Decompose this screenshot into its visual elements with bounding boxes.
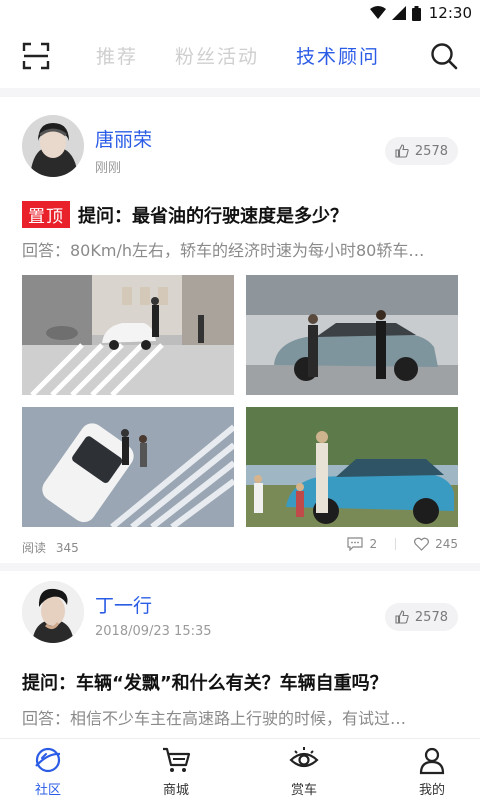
comment-count: 2 (369, 537, 378, 551)
heart-icon[interactable] (414, 537, 430, 551)
nav-community[interactable]: 社区 (8, 743, 88, 799)
thumbs-up-icon (395, 610, 409, 624)
question-text: 提问：车辆“发飘”和什么有关？车辆自重吗？ (22, 673, 388, 694)
post-card[interactable]: 丁一行 2018/09/23 15:35 2578 提问：车辆“发飘”和什么有关… (0, 571, 480, 738)
scan-icon[interactable] (22, 42, 50, 70)
nav-view-cars[interactable]: 赏车 (264, 743, 344, 799)
clock: 12:30 (428, 4, 472, 22)
wifi-icon (369, 6, 386, 19)
avatar[interactable] (22, 115, 84, 177)
battery-icon (411, 5, 421, 21)
section-divider (0, 88, 480, 97)
nav-mall[interactable]: 商城 (136, 743, 216, 799)
section-divider (0, 563, 480, 571)
signal-icon (391, 6, 406, 20)
status-bar: 12:30 (0, 0, 480, 28)
nav-profile[interactable]: 我的 (392, 743, 472, 799)
thumbs-up-icon (395, 144, 409, 158)
nav-label: 商城 (162, 783, 189, 798)
nav-label: 赏车 (290, 783, 317, 798)
top-nav: 推荐 粉丝活动 技术顾问 (0, 28, 480, 84)
post-image[interactable] (22, 407, 234, 527)
favorite-count: 245 (435, 537, 458, 551)
post-image[interactable] (246, 407, 458, 527)
eye-icon (289, 747, 319, 768)
answer-preview[interactable]: 回答：相信不少车主在高速路上行驶的时候，有试过… (22, 705, 462, 729)
read-count: 345 (55, 541, 79, 555)
bottom-nav: 社区 商城 赏车 我的 (0, 738, 480, 801)
tab-tech-advisor[interactable]: 技术顾问 (296, 42, 380, 69)
pinned-badge: 置顶 (22, 201, 70, 228)
like-count: 2578 (414, 609, 448, 625)
post-time: 2018/09/23 15:35 (95, 624, 212, 639)
post-image[interactable] (246, 275, 458, 395)
avatar[interactable] (22, 581, 84, 643)
post-image[interactable] (22, 275, 234, 395)
answer-preview[interactable]: 回答：80Km/h左右，轿车的经济时速为每小时80轿车… (22, 237, 462, 261)
user-icon (419, 747, 445, 775)
search-icon[interactable] (430, 42, 458, 70)
planet-icon (35, 747, 61, 773)
like-count: 2578 (414, 143, 448, 159)
nav-label: 我的 (418, 783, 445, 798)
author-name[interactable]: 丁一行 (95, 591, 152, 618)
like-button[interactable]: 2578 (384, 137, 458, 165)
tab-recommend[interactable]: 推荐 (96, 42, 138, 69)
comment-icon[interactable] (347, 537, 364, 551)
question-title[interactable]: 置顶 提问：最省油的行驶速度是多少？ (22, 201, 348, 228)
nav-label: 社区 (34, 783, 61, 798)
question-text: 提问：最省油的行驶速度是多少？ (78, 205, 348, 227)
like-button[interactable]: 2578 (384, 603, 458, 631)
author-name[interactable]: 唐丽荣 (95, 125, 152, 152)
question-title[interactable]: 提问：车辆“发飘”和什么有关？车辆自重吗？ (22, 669, 388, 695)
read-label: 阅读 (22, 541, 47, 555)
post-card[interactable]: 唐丽荣 刚刚 2578 置顶 提问：最省油的行驶速度是多少？ 回答：80Km/h… (0, 97, 480, 567)
cart-icon (163, 747, 191, 772)
stats-separator (395, 538, 397, 550)
tab-fan-activity[interactable]: 粉丝活动 (175, 42, 259, 69)
post-time: 刚刚 (95, 161, 122, 176)
post-stats: 阅读 345 2 245 (22, 537, 458, 557)
tab-bar: 推荐 粉丝活动 技术顾问 (96, 42, 380, 69)
